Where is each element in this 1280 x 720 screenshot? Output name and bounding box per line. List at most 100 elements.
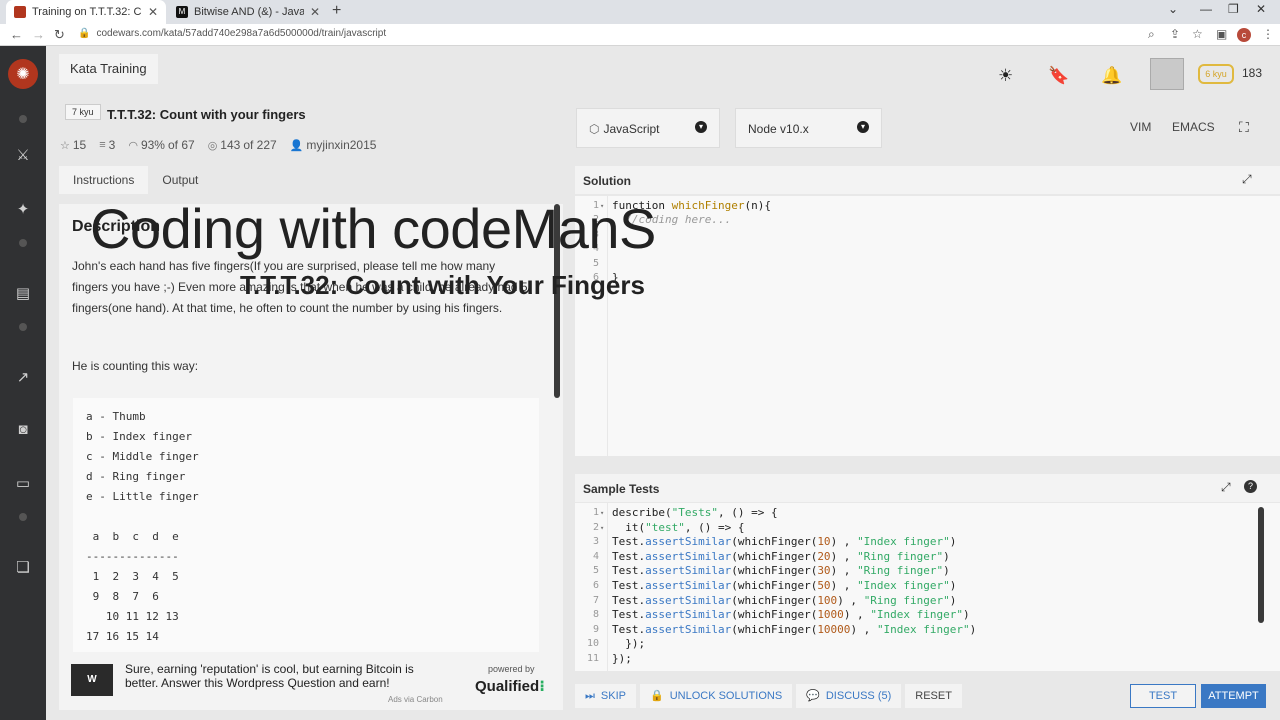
close-window-icon[interactable]: ✕ [1256,2,1266,16]
browser-tab-codewars[interactable]: Training on T.T.T.32: Count with y ✕ [6,0,166,24]
fold-arrow-icon[interactable]: ▾ [600,524,604,532]
line-number: 6 [592,580,599,591]
expand-icon[interactable]: ⤢ [1242,172,1252,187]
rank-badge: 6 kyu [1198,64,1234,84]
practice-icon[interactable]: ✦ [10,199,36,221]
qualified-logo[interactable]: Qualified⁝ [475,677,545,695]
code-method: assertSimilar [645,593,732,607]
version-select[interactable]: Node v10.x ▾ [735,108,882,148]
sidepanel-icon[interactable]: ▣ [1216,27,1227,41]
notifications-bell-icon[interactable]: 🔔 [1101,66,1122,86]
collections-stat[interactable]: ≡ 3 [99,138,115,152]
new-tab-icon[interactable]: + [332,2,341,20]
emacs-mode-button[interactable]: EMACS [1172,120,1215,134]
user-avatar[interactable] [1150,58,1184,90]
minimize-icon[interactable]: — [1200,2,1212,16]
docs-book-icon[interactable]: ❏ [10,557,36,579]
code-text: ) , [850,622,877,636]
restore-icon[interactable]: ❐ [1228,2,1239,16]
fullscreen-icon[interactable]: ⛶ [1239,119,1249,136]
briefcase-icon[interactable]: ▤ [10,283,36,305]
sample-tests-title: Sample Tests [583,482,660,496]
video-overlay-title: Coding with codeManS [90,197,656,260]
code-text: Test. [612,593,646,607]
line-number: 4 [592,550,599,562]
code-number: 30 [817,564,831,578]
reload-icon[interactable]: ↻ [54,27,65,43]
code-line: Test.assertSimilar(whichFinger(10) , "In… [612,535,956,548]
tab-search-icon[interactable]: ⌄ [1168,2,1178,16]
action-bar: ⏭ SKIP 🔒 UNLOCK SOLUTIONS 💬 DISCUSS (5) RES… [575,684,962,708]
tab-output[interactable]: Output [148,166,212,194]
profile-avatar[interactable]: c [1237,28,1251,42]
theme-sun-icon[interactable]: ☀ [998,66,1013,86]
leaderboard-icon[interactable]: ↗ [10,367,36,389]
code-line: }); [612,637,646,651]
discuss-button[interactable]: 💬 DISCUSS (5) [796,684,902,708]
code-method: assertSimilar [645,535,732,549]
code-text: ) , [830,579,858,592]
carbon-ad[interactable]: W Sure, earning 'reputation' is cool, bu… [59,652,563,710]
expand-icon[interactable]: ⤢ [1221,480,1231,495]
share-icon[interactable]: ⇪ [1170,27,1180,41]
ad-text[interactable]: Sure, earning 'reputation' is cool, but … [125,662,445,690]
bookmark-star-icon[interactable]: ☆ [1192,27,1203,41]
satisfaction-pct: 93% [140,138,165,152]
unlock-label: UNLOCK SOLUTIONS [669,690,783,702]
kata-stats: ☆ 15 ≡ 3 ◠ 93% of 67 ◎ 143 of 227 👤 myjinxin201… [60,138,376,152]
tests-scrollbar[interactable] [1258,507,1264,623]
code-text: Test. [612,564,646,578]
vim-mode-button[interactable]: VIM [1130,120,1151,134]
code-string: "Index finger" [857,535,950,549]
line-number: 10 [586,638,599,650]
code-method: assertSimilar [645,608,732,622]
codewars-logo-icon[interactable]: ✺ [8,59,38,89]
reset-button[interactable]: RESET [905,684,962,708]
mdn-favicon-icon: M [176,6,188,18]
tab-title: Training on T.T.T.32: Count with y [32,6,142,18]
solution-editor[interactable]: 1 ▾ 2 3 4 5 6 function whichFinger(n){ /… [575,196,1280,456]
chat-icon[interactable]: ▭ [10,473,36,495]
url-field[interactable]: 🔒 codewars.com/kata/57add740e298a7a6d5000… [78,28,386,39]
code-string: "Tests" [671,506,718,519]
close-tab-icon[interactable]: ✕ [148,5,158,19]
code-text: ) [969,622,977,636]
code-line: 9 8 7 6 [86,590,159,603]
back-icon[interactable]: ← [10,27,23,42]
attempt-button[interactable]: ATTEMPT [1201,684,1266,708]
forward-icon[interactable]: → [32,27,45,42]
line-number: 9 [592,623,599,635]
sample-tests-editor[interactable]: 1 ▾ 2 ▾ 3 4 5 6 7 8 9 10 11 describe("Tests", () => … [575,503,1280,671]
training-icon[interactable]: ⚔ [10,145,36,167]
unlock-solutions-button[interactable]: 🔒 UNLOCK SOLUTIONS [639,684,793,708]
line-number: 11 [586,653,599,664]
code-string: "Ring finger" [863,593,950,607]
code-string: "test" [645,520,685,534]
skip-button[interactable]: ⏭ SKIP [575,684,636,708]
solution-header: Solution ⤢ [575,166,1280,194]
ad-via[interactable]: Ads via Carbon [388,695,443,704]
powered-by-label: powered by [488,664,535,674]
bookmark-icon[interactable]: 🔖 [1048,66,1069,86]
fold-arrow-icon[interactable]: ▾ [600,509,604,517]
language-select[interactable]: ⬡ JavaScript ▾ [576,108,720,148]
code-string: "Index finger" [870,608,964,622]
close-tab-icon[interactable]: ✕ [310,5,320,19]
browser-tab-mdn[interactable]: M Bitwise AND (&) - JavaScript | M ✕ [168,0,328,24]
code-text: (whichFinger( [731,593,818,607]
code-text: (whichFinger( [731,535,818,549]
code-method: assertSimilar [645,549,732,563]
test-button[interactable]: TEST [1130,684,1196,708]
discord-icon[interactable]: ◙ [10,419,36,441]
code-text: it( [612,520,646,534]
zoom-icon[interactable]: ⌕ [1148,27,1155,42]
url-text: codewars.com/kata/57add740e298a7a6d50000… [96,28,387,39]
line-number: 2 [592,521,599,533]
satisfaction-icon: ◠ [128,139,138,152]
code-line: a - Thumb [86,410,146,423]
author-stat[interactable]: 👤 myjinxin2015 [290,138,377,152]
help-icon[interactable]: ? [1244,480,1257,493]
tab-instructions[interactable]: Instructions [59,166,149,194]
stars-stat[interactable]: ☆ 15 [60,138,86,152]
browser-menu-icon[interactable]: ⋮ [1262,27,1274,41]
